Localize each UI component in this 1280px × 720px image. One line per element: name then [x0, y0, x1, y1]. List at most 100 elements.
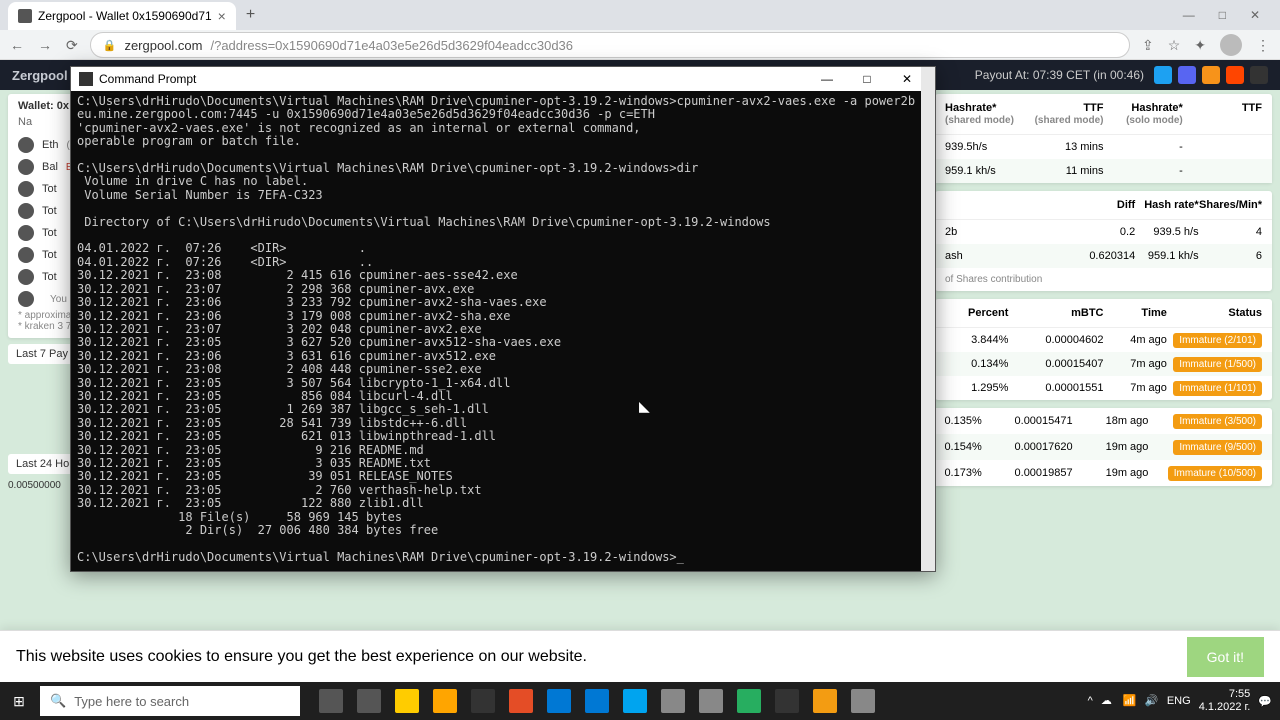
app-icon	[319, 689, 343, 713]
cmd-app-icon	[79, 72, 93, 86]
cookie-text: This website uses cookies to ensure you …	[16, 648, 587, 666]
lock-icon: 🔒	[103, 39, 117, 52]
app-icon	[357, 689, 381, 713]
window-maximize-icon[interactable]: □	[1219, 8, 1226, 22]
cmd-titlebar[interactable]: Command Prompt — □ ✕	[71, 67, 935, 91]
tab-title: Zergpool - Wallet 0x1590690d71	[38, 9, 212, 23]
table-row: 0.134% 0.00015407 7m ago Immature (1/500…	[935, 352, 1272, 376]
app-icon	[433, 689, 457, 713]
app-icon	[547, 689, 571, 713]
taskbar: ⊞ 🔍 Type here to search ^ ☁ 📶 🔊 ENG 7:55…	[0, 682, 1280, 720]
twitter-icon[interactable]	[1154, 66, 1172, 84]
share-icon[interactable]: ⇪	[1142, 37, 1154, 54]
tray-clock[interactable]: 7:55 4.1.2022 г.	[1199, 688, 1251, 714]
tab-bar: Zergpool - Wallet 0x1590690d71 × + — □ ✕	[0, 0, 1280, 30]
app-icon	[699, 689, 723, 713]
tray-network-icon[interactable]: 📶	[1123, 694, 1137, 708]
got-it-button[interactable]: Got it!	[1187, 637, 1264, 677]
table-row: 939.5h/s 13 mins -	[935, 135, 1272, 159]
bitcoin-icon[interactable]	[1202, 66, 1220, 84]
search-placeholder: Type here to search	[74, 694, 189, 709]
new-tab-button[interactable]: +	[246, 6, 255, 24]
taskbar-app[interactable]	[578, 682, 616, 720]
taskbar-app[interactable]	[350, 682, 388, 720]
col-hashrate-solo: Hashrate*(solo mode)	[1104, 102, 1183, 126]
tab-close-icon[interactable]: ×	[218, 8, 226, 24]
browser-tab[interactable]: Zergpool - Wallet 0x1590690d71 ×	[8, 2, 236, 30]
cmd-output[interactable]: C:\Users\drHirudo\Documents\Virtual Mach…	[71, 91, 935, 571]
cmd-title-text: Command Prompt	[99, 72, 196, 86]
status-badge: Immature (3/500)	[1173, 414, 1262, 429]
app-icon	[737, 689, 761, 713]
taskbar-app[interactable]	[312, 682, 350, 720]
cmd-scrollbar[interactable]	[921, 67, 935, 571]
coin-icon	[18, 225, 34, 241]
tray-volume-icon[interactable]: 🔊	[1145, 694, 1159, 708]
taskbar-app[interactable]	[692, 682, 730, 720]
site-brand[interactable]: Zergpool	[12, 68, 68, 83]
app-icon	[623, 689, 647, 713]
taskbar-app[interactable]	[426, 682, 464, 720]
table-row: 959.1 kh/s 11 mins -	[935, 159, 1272, 183]
coin-icon	[18, 181, 34, 197]
menu-dots-icon[interactable]: ⋮	[1256, 37, 1270, 54]
bookmark-icon[interactable]: ☆	[1168, 37, 1181, 54]
taskbar-app[interactable]	[844, 682, 882, 720]
profile-avatar[interactable]	[1220, 34, 1242, 56]
col-ttf2: TTF	[1183, 102, 1262, 126]
coin-icon	[18, 137, 34, 153]
taskbar-app[interactable]	[768, 682, 806, 720]
table-row: 3.844% 0.00004602 4m ago Immature (2/101…	[935, 328, 1272, 352]
col-mbtc: mBTC	[1008, 307, 1103, 319]
nav-back-icon[interactable]: ←	[10, 37, 24, 54]
taskbar-app[interactable]	[654, 682, 692, 720]
start-button[interactable]: ⊞	[0, 682, 38, 720]
taskbar-app[interactable]	[730, 682, 768, 720]
app-icon	[585, 689, 609, 713]
nav-reload-icon[interactable]: ⟳	[66, 37, 78, 54]
coin-icon	[18, 247, 34, 263]
col-hashrate: Hashrate*(shared mode)	[945, 102, 1024, 126]
col-ttf: TTF(shared mode)	[1024, 102, 1103, 126]
table-row: 2b 0.2 939.5 h/s 4	[935, 220, 1272, 244]
discord-icon[interactable]	[1178, 66, 1196, 84]
coin-icon	[18, 159, 34, 175]
taskbar-app[interactable]	[388, 682, 426, 720]
app-icon	[395, 689, 419, 713]
tray-notifications-icon[interactable]: 💬	[1258, 695, 1272, 708]
table-row: 1.295% 0.00001551 7m ago Immature (1/101…	[935, 376, 1272, 400]
nav-forward-icon[interactable]: →	[38, 37, 52, 54]
taskbar-app[interactable]	[502, 682, 540, 720]
tray-chevron-icon[interactable]: ^	[1088, 695, 1093, 707]
taskbar-app[interactable]	[806, 682, 844, 720]
reddit-icon[interactable]	[1226, 66, 1244, 84]
tray-icon[interactable]: ☁	[1101, 694, 1115, 708]
url-path: /?address=0x1590690d71e4a03e5e26d5d3629f…	[210, 38, 573, 53]
status-badge: Immature (1/500)	[1173, 357, 1262, 372]
col-shares: Shares/Min*	[1199, 199, 1262, 211]
tray-lang[interactable]: ENG	[1167, 695, 1191, 707]
app-icon	[509, 689, 533, 713]
cmd-minimize-icon[interactable]: —	[807, 72, 847, 86]
coin-icon	[18, 291, 34, 307]
col-diff: Diff	[1072, 199, 1135, 211]
window-close-icon[interactable]: ✕	[1250, 8, 1260, 22]
coin-icon	[18, 269, 34, 285]
extensions-icon[interactable]: ✦	[1194, 37, 1206, 54]
app-icon	[471, 689, 495, 713]
app-icon	[851, 689, 875, 713]
status-badge: Immature (2/101)	[1173, 333, 1262, 348]
taskbar-search[interactable]: 🔍 Type here to search	[40, 686, 300, 716]
taskbar-app[interactable]	[464, 682, 502, 720]
col-percent: Percent	[945, 307, 1008, 319]
table-row: ash 0.620314 959.1 kh/s 6	[935, 244, 1272, 268]
taskbar-app[interactable]	[616, 682, 654, 720]
misc-icon[interactable]	[1250, 66, 1268, 84]
cmd-maximize-icon[interactable]: □	[847, 72, 887, 86]
window-minimize-icon[interactable]: —	[1183, 8, 1195, 22]
status-badge: Immature (9/500)	[1173, 440, 1262, 455]
address-bar[interactable]: 🔒 zergpool.com/?address=0x1590690d71e4a0…	[90, 32, 1130, 58]
taskbar-app[interactable]	[540, 682, 578, 720]
app-icon	[775, 689, 799, 713]
cmd-window[interactable]: Command Prompt — □ ✕ C:\Users\drHirudo\D…	[70, 66, 936, 572]
